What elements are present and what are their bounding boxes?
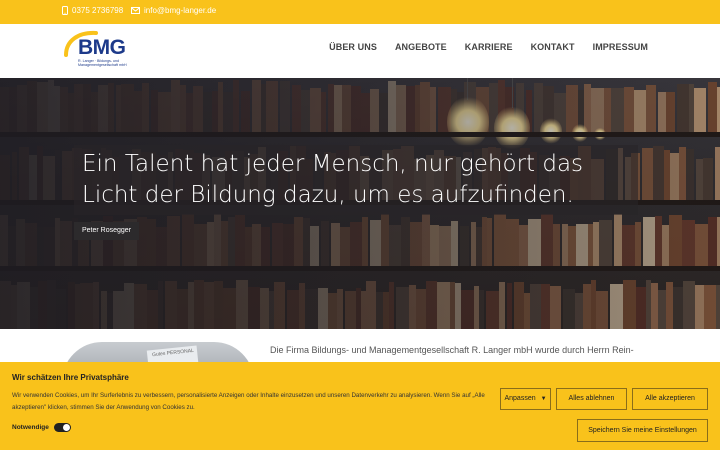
- site-header: BMG R. Langer · Bildungs- und Management…: [0, 24, 720, 78]
- phone-contact[interactable]: 0375 2736798: [62, 6, 123, 15]
- necessary-cookies-setting: Notwendige: [12, 423, 71, 432]
- phone-number[interactable]: 0375 2736798: [72, 6, 123, 15]
- necessary-toggle[interactable]: [53, 423, 71, 432]
- email-contact[interactable]: info@bmg-langer.de: [131, 6, 216, 15]
- email-address[interactable]: info@bmg-langer.de: [144, 6, 216, 15]
- accept-all-button[interactable]: Alle akzeptieren: [632, 388, 708, 410]
- envelope-icon: [131, 7, 140, 14]
- logo-subtitle: R. Langer · Bildungs- und Managementgese…: [78, 59, 127, 68]
- necessary-label: Notwendige: [12, 424, 49, 431]
- logo-text: BMG: [78, 36, 126, 59]
- quote-author: Peter Rosegger: [74, 222, 140, 240]
- bmg-logo[interactable]: BMG R. Langer · Bildungs- und Management…: [62, 29, 140, 73]
- customize-button[interactable]: Anpassen ▼: [500, 388, 551, 410]
- main-navigation: ÜBER UNS ANGEBOTE KARRIERE KONTAKT IMPRE…: [329, 42, 648, 52]
- caret-down-icon: ▼: [540, 396, 547, 402]
- cookie-description: Wir verwenden Cookies, um Ihr Surferlebn…: [12, 392, 485, 411]
- hero-quote: Ein Talent hat jeder Mensch, nur gehört …: [82, 151, 584, 208]
- phone-icon: [62, 6, 68, 15]
- cookie-banner: Wir schätzen Ihre Privatsphäre Wir verwe…: [0, 362, 720, 450]
- cookie-title: Wir schätzen Ihre Privatsphäre: [12, 373, 129, 382]
- nav-item-kontakt[interactable]: KONTAKT: [531, 42, 575, 52]
- customize-label: Anpassen: [504, 395, 536, 402]
- top-contact-bar: 0375 2736798 info@bmg-langer.de: [0, 0, 720, 24]
- save-preferences-button[interactable]: Speichern Sie meine Einstellungen: [577, 419, 708, 442]
- reject-all-button[interactable]: Alles ablehnen: [556, 388, 627, 410]
- nav-item-karriere[interactable]: KARRIERE: [465, 42, 513, 52]
- nav-item-impressum[interactable]: IMPRESSUM: [593, 42, 648, 52]
- intro-text: Die Firma Bildungs- und Managementgesell…: [270, 345, 634, 355]
- nav-item-angebote[interactable]: ANGEBOTE: [395, 42, 447, 52]
- nav-item-ueber-uns[interactable]: ÜBER UNS: [329, 42, 377, 52]
